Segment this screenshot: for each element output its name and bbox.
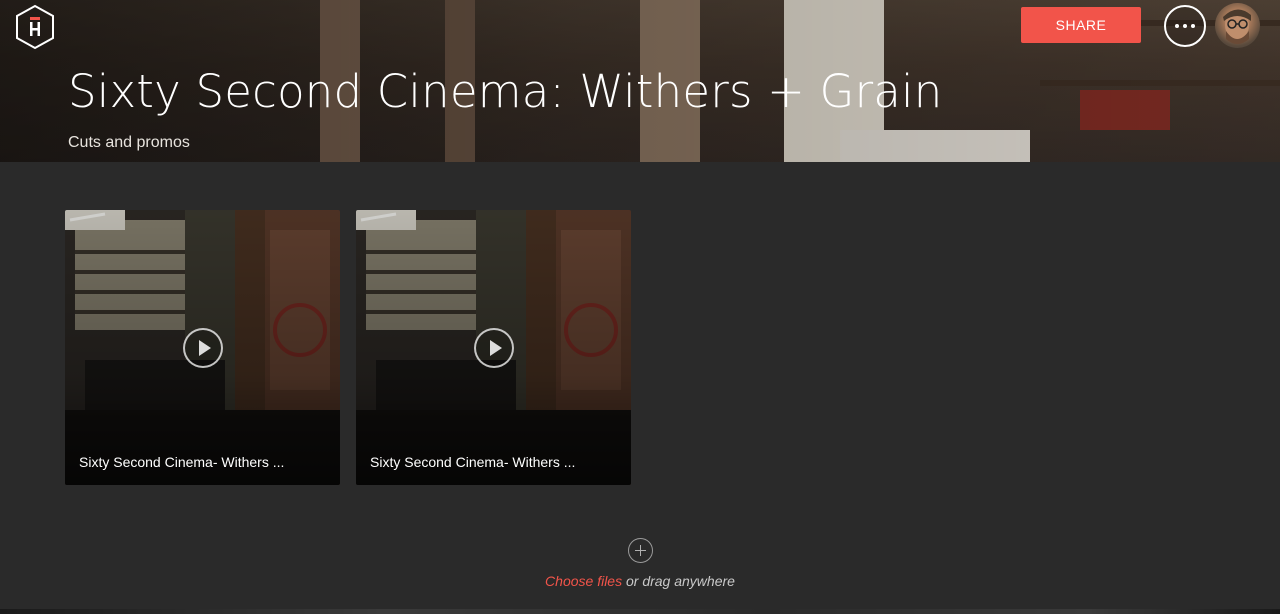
play-icon[interactable] [474,328,514,368]
hexagon-h-logo-icon[interactable] [12,4,58,50]
page-subtitle: Cuts and promos [68,134,190,151]
choose-files-link[interactable]: Choose files [545,573,622,589]
drag-anywhere-text: or drag anywhere [622,573,735,589]
add-circle-icon[interactable] [628,538,653,563]
more-dots-icon[interactable] [1164,5,1206,47]
play-icon[interactable] [183,328,223,368]
user-avatar[interactable] [1215,3,1260,48]
media-card[interactable]: Sixty Second Cinema- Withers ... [356,210,631,485]
share-button[interactable]: SHARE [1021,7,1141,43]
media-card-title[interactable]: Sixty Second Cinema- Withers ... [79,454,329,470]
upload-prompt: Choose files or drag anywhere [0,573,1280,589]
media-card-title[interactable]: Sixty Second Cinema- Withers ... [370,454,620,470]
page-title: Sixty Second Cinema: Withers + Grain [68,65,943,118]
media-card[interactable]: Sixty Second Cinema- Withers ... [65,210,340,485]
bottom-edge [0,609,1280,614]
